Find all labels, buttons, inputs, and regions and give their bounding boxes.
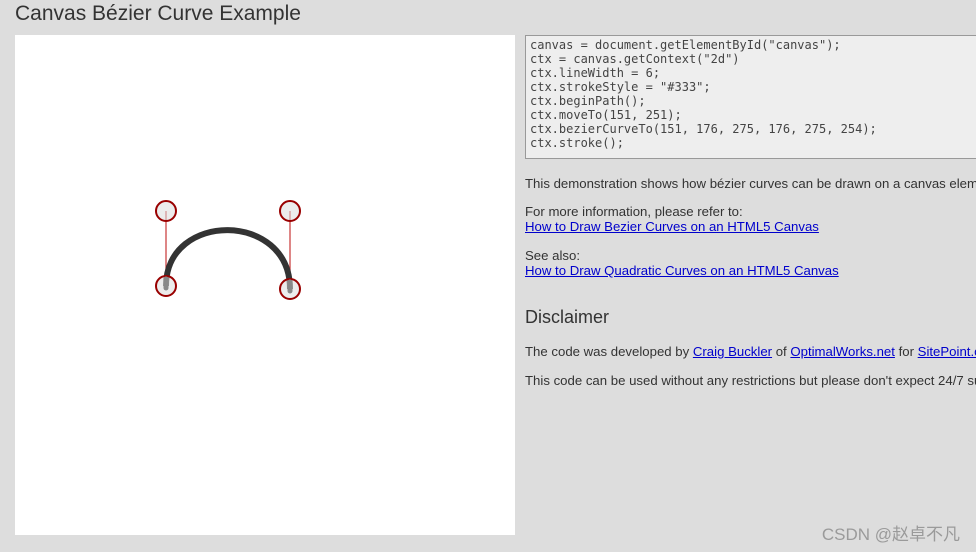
credit-of: of <box>772 344 791 359</box>
credit-prefix: The code was developed by <box>525 344 693 359</box>
quadratic-tutorial-link[interactable]: How to Draw Quadratic Curves on an HTML5… <box>525 263 839 278</box>
code-line: ctx.moveTo(151, 251); <box>530 108 682 122</box>
csdn-watermark: CSDN @赵卓不凡 <box>821 525 960 544</box>
credit-paragraph: The code was developed by Craig Buckler … <box>525 344 976 359</box>
code-line: ctx.strokeStyle = "#333"; <box>530 80 711 94</box>
code-line: ctx = canvas.getContext("2d") <box>530 52 740 66</box>
code-line: ctx.stroke(); <box>530 136 624 150</box>
see-also-label: See also: <box>525 248 580 263</box>
page-title: Canvas Bézier Curve Example <box>15 2 301 25</box>
code-listing: canvas = document.getElementById("canvas… <box>525 35 976 159</box>
end-point-handle[interactable] <box>279 278 301 300</box>
bezier-tutorial-link[interactable]: How to Draw Bezier Curves on an HTML5 Ca… <box>525 219 819 234</box>
bezier-curve <box>163 227 293 290</box>
code-line: ctx.bezierCurveTo(151, 176, 275, 176, 27… <box>530 122 877 136</box>
credit-for: for <box>894 344 918 359</box>
bezier-drawing <box>155 200 301 300</box>
disclaimer-heading: Disclaimer <box>525 307 610 327</box>
more-info-paragraph: For more information, please refer to: H… <box>525 204 976 234</box>
company-link[interactable]: OptimalWorks.net <box>790 344 895 359</box>
code-line: canvas = document.getElementById("canvas… <box>530 38 841 52</box>
sitepoint-link[interactable]: SitePoint.com <box>918 344 976 359</box>
control-point-1-handle[interactable] <box>155 200 177 222</box>
bezier-canvas[interactable] <box>15 35 515 535</box>
info-panel: This demonstration shows how bézier curv… <box>525 176 976 388</box>
control-point-2-handle[interactable] <box>279 200 301 222</box>
code-line: ctx.lineWidth = 6; <box>530 66 661 80</box>
usage-text: This code can be used without any restri… <box>525 373 976 388</box>
description-text: This demonstration shows how bézier curv… <box>525 176 976 191</box>
start-point-handle[interactable] <box>155 275 177 297</box>
see-also-paragraph: See also: How to Draw Quadratic Curves o… <box>525 248 976 278</box>
more-info-label: For more information, please refer to: <box>525 204 743 219</box>
code-line: ctx.beginPath(); <box>530 94 646 108</box>
author-link[interactable]: Craig Buckler <box>693 344 772 359</box>
